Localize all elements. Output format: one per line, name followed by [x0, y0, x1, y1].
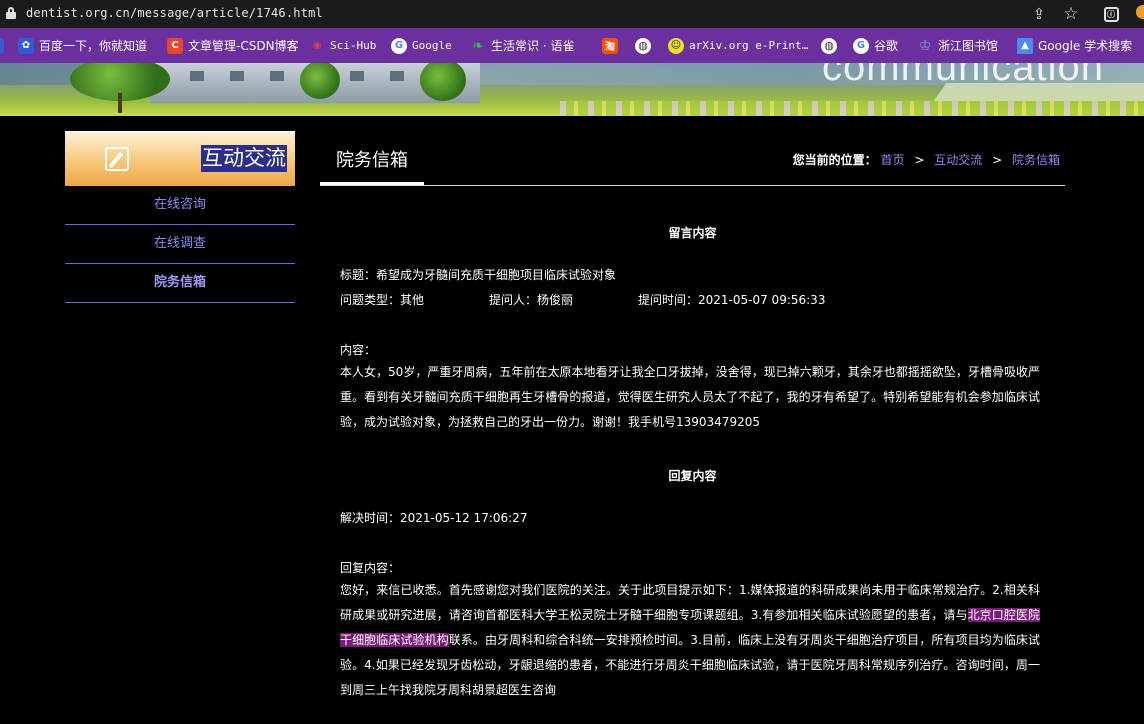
reply-heading: 回复内容	[668, 469, 717, 483]
scihub-eye-icon: ◉	[312, 40, 322, 51]
url-text[interactable]: dentist.org.cn/message/article/1746.html	[26, 6, 323, 20]
message-title: 标题：希望成为牙髓间充质干细胞项目临床试验对象	[340, 268, 617, 282]
bookmark-scihub[interactable]: ◉ Sci-Hub	[309, 28, 377, 63]
csdn-icon: C	[167, 37, 183, 54]
yuque-leaf-icon: ❧	[472, 37, 484, 54]
bookmark-label: 谷歌	[874, 39, 899, 53]
bookmarks-bar: ✿ 百度一下，你就知道 C 文章管理-CSDN博客 ◉ Sci-Hub G Google…	[0, 28, 1144, 63]
bookmark-google-scholar[interactable]: ▲ Google 学术搜索	[1017, 28, 1132, 63]
google-scholar-icon: ▲	[1017, 37, 1033, 54]
site-banner: communication	[0, 63, 1144, 116]
sidebar-item-mailbox[interactable]: 院务信箱	[65, 264, 295, 303]
breadcrumb: 您当前的位置： 首页 > 互动交流 > 院务信箱	[793, 151, 1060, 168]
bookmark-label: 文章管理-CSDN博客	[188, 39, 299, 53]
bookmark-globe-2[interactable]: ◍	[821, 28, 837, 63]
address-bar[interactable]: dentist.org.cn/message/article/1746.html…	[0, 0, 1144, 28]
banner-text: communication	[822, 63, 1105, 89]
extension-icon[interactable]: Ⓘ	[1100, 3, 1122, 25]
baidu-paw-icon: ✿	[18, 37, 34, 54]
breadcrumb-interaction[interactable]: 互动交流	[934, 153, 982, 167]
message-heading: 留言内容	[668, 226, 717, 240]
bookmark-arxiv[interactable]: ☺ arXiv.org e-Print…	[668, 28, 808, 63]
bookmark-label: Sci-Hub	[330, 39, 377, 52]
sidebar-header: 互动交流	[65, 131, 295, 186]
bookmark-yuque[interactable]: ❧ 生活常识 · 语雀	[470, 28, 574, 63]
bookmark-icon	[0, 37, 4, 54]
bookmark-google[interactable]: G Google	[391, 28, 452, 63]
bookmark-label: 百度一下，你就知道	[39, 39, 148, 53]
reply-content: 您好，来信已收悉。首先感谢您对我们医院的关注。关于此项目提示如下：1.媒体报道的…	[340, 578, 1040, 703]
bookmark-label: Google	[412, 39, 452, 52]
reply-resolved-time: 解决时间：2021-05-12 17:06:27	[340, 511, 528, 525]
bookmark-baidu[interactable]: ✿ 百度一下，你就知道	[18, 28, 147, 63]
page-title: 院务信箱	[336, 150, 408, 171]
arxiv-smiley-icon: ☺	[668, 37, 684, 54]
sidebar-item-online-consult[interactable]: 在线咨询	[65, 186, 295, 225]
bookmark-label: 浙江图书馆	[938, 39, 999, 53]
message-type: 问题类型：其他	[340, 293, 425, 307]
bookmark-label: arXiv.org e-Print…	[689, 39, 809, 52]
header-divider	[320, 185, 1065, 186]
reply-text-before: 您好，来信已收悉。首先感谢您对我们医院的关注。关于此项目提示如下：1.媒体报道的…	[340, 583, 1040, 622]
bookmark-taobao[interactable]: 淘	[602, 28, 618, 63]
taobao-icon: 淘	[602, 37, 618, 54]
lock-icon[interactable]	[6, 7, 16, 19]
breadcrumb-label: 您当前的位置：	[792, 153, 877, 167]
sidebar-title: 互动交流	[201, 145, 287, 172]
bookmark-star-icon[interactable]: ☆	[1060, 3, 1082, 25]
breadcrumb-mailbox[interactable]: 院务信箱	[1012, 153, 1060, 167]
share-icon[interactable]: ⇪	[1028, 3, 1050, 25]
breadcrumb-home[interactable]: 首页	[881, 153, 905, 167]
message-time: 提问时间：2021-05-07 09:56:33	[638, 293, 826, 307]
bookmark-label: 生活常识 · 语雀	[491, 39, 575, 53]
library-icon: ♔	[918, 37, 932, 54]
breadcrumb-separator: >	[992, 153, 1003, 167]
bookmark-label: Google 学术搜索	[1038, 39, 1133, 53]
breadcrumb-separator: >	[914, 153, 925, 167]
google-icon: G	[391, 37, 407, 54]
globe-icon: ◍	[635, 37, 651, 54]
bookmark-overflow[interactable]	[0, 28, 4, 63]
message-content-label: 内容：	[340, 343, 377, 357]
google-icon: G	[853, 37, 869, 54]
message-content: 本人女，50岁，严重牙周病，五年前在太原本地看牙让我全口牙拔掉，没舍得，现已掉六…	[340, 365, 1040, 429]
reply-content-label: 回复内容：	[340, 561, 401, 575]
profile-avatar[interactable]	[1136, 5, 1144, 19]
bookmark-zjlib[interactable]: ♔ 浙江图书馆	[917, 28, 998, 63]
sidebar-item-online-survey[interactable]: 在线调查	[65, 225, 295, 264]
edit-icon	[105, 147, 129, 171]
bookmark-csdn[interactable]: C 文章管理-CSDN博客	[167, 28, 299, 63]
bookmark-globe-1[interactable]: ◍	[635, 28, 651, 63]
globe-icon: ◍	[821, 37, 837, 54]
bookmark-google-cn[interactable]: G 谷歌	[853, 28, 898, 63]
message-asker: 提问人：杨俊丽	[489, 293, 574, 307]
